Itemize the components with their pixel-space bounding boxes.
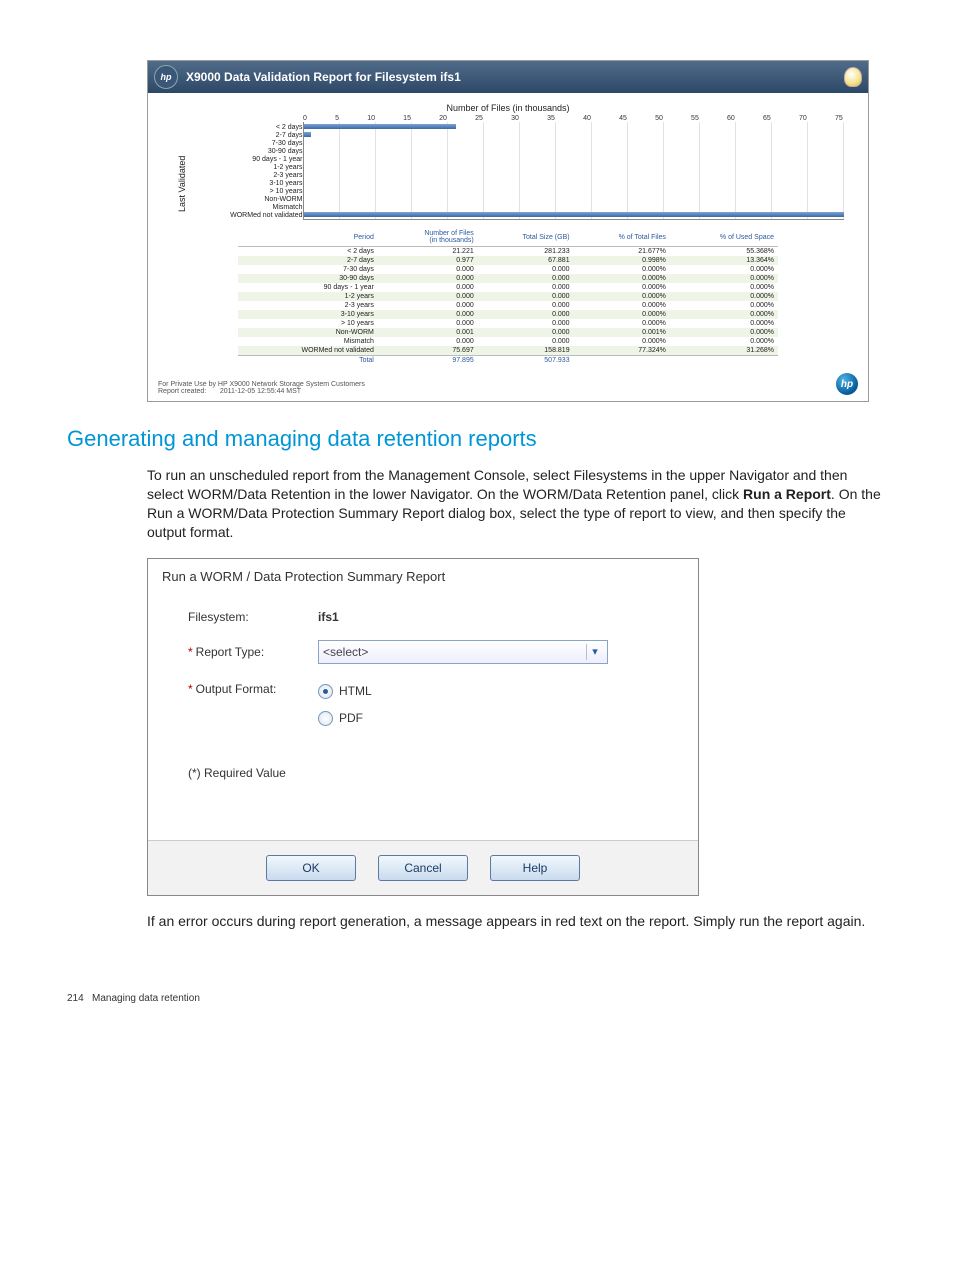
table-row: 7-30 days0.0000.0000.000%0.000% — [238, 265, 778, 274]
category-label: 90 days - 1 year — [191, 156, 303, 164]
report-type-select[interactable]: <select> ▾ — [318, 640, 608, 664]
bar-row — [304, 170, 844, 178]
category-label: 7-30 days — [191, 140, 303, 148]
output-pdf-option[interactable]: PDF — [318, 711, 372, 726]
output-format-label: Output Format: — [196, 682, 277, 696]
bar-row — [304, 154, 844, 162]
bulb-icon — [844, 67, 862, 87]
section-heading: Generating and managing data retention r… — [67, 426, 887, 452]
bar-row — [304, 178, 844, 186]
created-value: 2011-12-05 12:55:44 MST — [220, 388, 301, 395]
report-type-value: <select> — [323, 645, 368, 659]
category-label: < 2 days — [191, 124, 303, 132]
bar-row — [304, 162, 844, 170]
table-row: > 10 years0.0000.0000.000%0.000% — [238, 319, 778, 328]
category-label: 1-2 years — [191, 164, 303, 172]
x-tick: 55 — [691, 115, 699, 122]
table-row: 1-2 years0.0000.0000.000%0.000% — [238, 292, 778, 301]
table-row: Mismatch0.0000.0000.000%0.000% — [238, 337, 778, 346]
table-row: 3-10 years0.0000.0000.000%0.000% — [238, 310, 778, 319]
table-row: Non-WORM0.0010.0000.001%0.000% — [238, 328, 778, 337]
report-type-label: Report Type: — [196, 645, 264, 659]
x-tick: 25 — [475, 115, 483, 122]
bar-row — [304, 194, 844, 202]
category-label: > 10 years — [191, 188, 303, 196]
hp-badge-icon: hp — [836, 373, 858, 395]
run-report-dialog: Run a WORM / Data Protection Summary Rep… — [147, 558, 699, 896]
ok-button[interactable]: OK — [266, 855, 356, 881]
bar-row — [304, 146, 844, 154]
x-tick: 75 — [835, 115, 843, 122]
x-tick: 0 — [303, 115, 307, 122]
dialog-title: Run a WORM / Data Protection Summary Rep… — [148, 559, 698, 588]
bar — [304, 212, 844, 217]
report-header: hp X9000 Data Validation Report for File… — [148, 61, 868, 93]
validation-report: hp X9000 Data Validation Report for File… — [147, 60, 869, 402]
x-tick: 30 — [511, 115, 519, 122]
bar-row — [304, 130, 844, 138]
th-pctf: % of Total Files — [574, 228, 670, 247]
category-label: Non-WORM — [191, 196, 303, 204]
table-row: 90 days - 1 year0.0000.0000.000%0.000% — [238, 283, 778, 292]
table-row: 2-3 years0.0000.0000.000%0.000% — [238, 301, 778, 310]
category-label: WORMed not validated — [191, 212, 303, 220]
x-tick: 70 — [799, 115, 807, 122]
x-tick: 20 — [439, 115, 447, 122]
category-label: 2-7 days — [191, 132, 303, 140]
help-button[interactable]: Help — [490, 855, 580, 881]
table-row: 2-7 days0.97767.8810.998%13.364% — [238, 256, 778, 265]
data-table: Period Number of Files (in thousands) To… — [238, 228, 778, 365]
x-tick: 45 — [619, 115, 627, 122]
category-label: 30-90 days — [191, 148, 303, 156]
th-period: Period — [238, 228, 378, 247]
bar-row — [304, 186, 844, 194]
chart-x-title: Number of Files (in thousands) — [446, 103, 569, 113]
x-tick: 35 — [547, 115, 555, 122]
x-tick: 15 — [403, 115, 411, 122]
bar-row — [304, 138, 844, 146]
footer-note: For Private Use by HP X9000 Network Stor… — [158, 381, 365, 388]
th-pcts: % of Used Space — [670, 228, 778, 247]
x-tick: 50 — [655, 115, 663, 122]
cancel-button[interactable]: Cancel — [378, 855, 468, 881]
table-row: 30-90 days0.0000.0000.000%0.000% — [238, 274, 778, 283]
x-tick: 5 — [335, 115, 339, 122]
report-title: X9000 Data Validation Report for Filesys… — [186, 70, 461, 84]
bar — [304, 132, 311, 137]
filesystem-label: Filesystem: — [188, 610, 318, 624]
section-para-1: To run an unscheduled report from the Ma… — [147, 466, 887, 542]
hp-logo-icon: hp — [154, 65, 178, 89]
bar-row — [304, 210, 844, 218]
radio-icon — [318, 711, 333, 726]
x-tick: 60 — [727, 115, 735, 122]
category-label: 3-10 years — [191, 180, 303, 188]
table-row: < 2 days21.221281.23321.677%55.368% — [238, 247, 778, 257]
chart-area: Number of Files (in thousands) 0 5 10 15 20 2… — [148, 93, 868, 222]
category-label: Mismatch — [191, 204, 303, 212]
bar — [304, 124, 457, 129]
output-html-option[interactable]: HTML — [318, 684, 372, 699]
x-tick: 40 — [583, 115, 591, 122]
chart-y-title: Last Validated — [173, 122, 191, 220]
required-note: (*) Required Value — [188, 766, 668, 780]
bar-row — [304, 122, 844, 130]
section-para-2: If an error occurs during report generat… — [147, 912, 887, 931]
dialog-button-bar: OK Cancel Help — [148, 840, 698, 895]
radio-icon — [318, 684, 333, 699]
category-label: 2-3 years — [191, 172, 303, 180]
page-footer: 214 Managing data retention — [67, 993, 200, 1004]
th-num: Number of Files (in thousands) — [378, 228, 478, 247]
chevron-down-icon: ▾ — [586, 644, 603, 660]
table-row: WORMed not validated75.697158.81977.324%… — [238, 346, 778, 356]
th-size: Total Size (GB) — [478, 228, 574, 247]
created-label: Report created: — [158, 388, 206, 395]
bar-row — [304, 202, 844, 210]
x-tick: 65 — [763, 115, 771, 122]
filesystem-value: ifs1 — [318, 610, 339, 624]
table-total-row: Total97.895507.933 — [238, 356, 778, 366]
x-tick: 10 — [367, 115, 375, 122]
